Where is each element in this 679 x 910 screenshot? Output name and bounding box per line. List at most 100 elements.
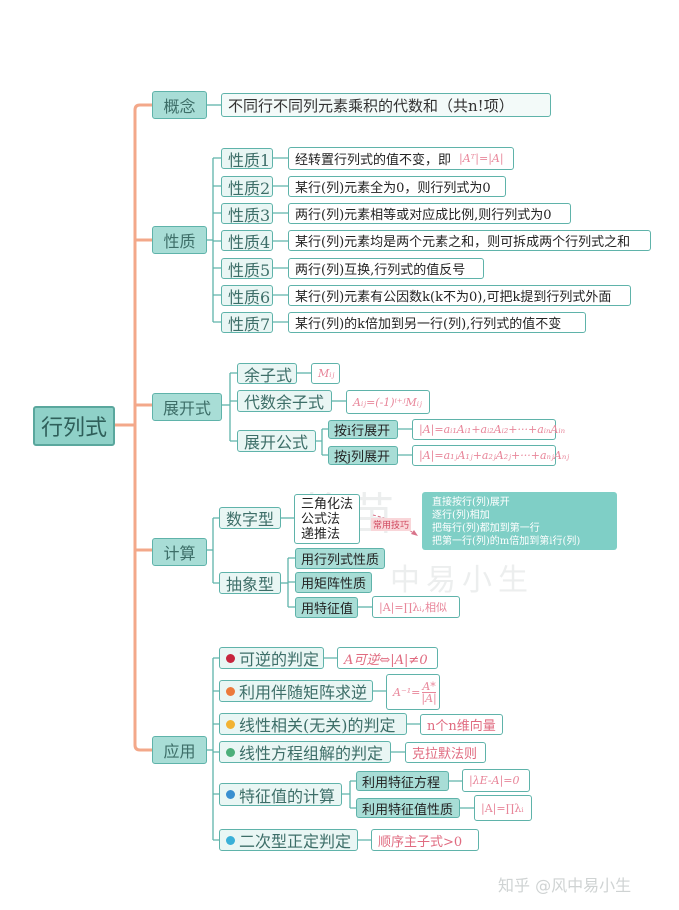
application-formula-text: n个n维向量 bbox=[427, 719, 496, 734]
cofactor-label: 代数余子式 bbox=[244, 393, 325, 412]
eigenvalue-formula[interactable]: |A|=∏λᵢ,相似 bbox=[372, 596, 460, 618]
expand-by-col-formula[interactable]: |A|=a₁ⱼA₁ⱼ+a₂ⱼA₂ⱼ+···+aₙⱼAₙⱼ bbox=[412, 445, 569, 466]
property-5-text[interactable]: 两行(列)互换,行列式的值反号 bbox=[288, 258, 484, 279]
application-formula-1[interactable]: A可逆⇔|A|≠0 bbox=[337, 647, 438, 669]
application-formula-text: 克拉默法则 bbox=[412, 747, 478, 762]
tips-box[interactable]: 直接按行(列)展开 逐行(列)相加 把每行(列)都加到第一行 把第一行(列)的m… bbox=[422, 492, 617, 550]
properties-node[interactable]: 性质 bbox=[152, 226, 207, 254]
application-item-4[interactable]: 线性方程组解的判定 bbox=[219, 741, 391, 763]
minor-node[interactable]: 余子式 bbox=[237, 363, 297, 385]
abstract-item-label: 用行列式性质 bbox=[301, 553, 380, 568]
property-text: 某行(列)元素全为0，则行列式为0 bbox=[295, 181, 491, 196]
eigenvalue-formula-text: |A|=∏λᵢ,相似 bbox=[379, 601, 448, 614]
property-6-node[interactable]: 性质6 bbox=[221, 285, 273, 307]
application-item-label: 线性方程组解的判定 bbox=[239, 744, 384, 763]
number-4-icon bbox=[226, 747, 235, 757]
property-label: 性质7 bbox=[228, 314, 271, 334]
property-label: 性质3 bbox=[228, 205, 271, 225]
minor-formula[interactable]: Mᵢⱼ bbox=[311, 363, 340, 384]
property-text: 某行(列)元素有公因数k(k不为0),可把k提到行列式外面 bbox=[295, 290, 612, 305]
property-text: 经转置行列式的值不变，即 bbox=[295, 153, 452, 168]
trunk-lines bbox=[113, 103, 152, 752]
property-text: 某行(列)元素均是两个元素之和，则可拆成两个行列式之和 bbox=[295, 235, 631, 250]
eigen-sub-1[interactable]: 利用特征方程 bbox=[356, 771, 449, 791]
eigen-sub-formula-text: |A|=∏λᵢ bbox=[481, 801, 524, 815]
numeric-methods-text: 三角化法 公式法 递推法 bbox=[301, 497, 354, 542]
application-item-3[interactable]: 线性相关(无关)的判定 bbox=[219, 713, 407, 735]
cofactor-formula-text: Aᵢⱼ=(-1)ⁱ⁺ʲMᵢⱼ bbox=[353, 395, 422, 409]
application-node[interactable]: 应用 bbox=[152, 736, 207, 764]
application-formula-3[interactable]: n个n维向量 bbox=[420, 714, 503, 735]
cofactor-node[interactable]: 代数余子式 bbox=[237, 390, 332, 412]
numeric-type-label: 数字型 bbox=[226, 510, 275, 529]
expansion-label: 展开式 bbox=[162, 399, 211, 418]
property-1-text[interactable]: 经转置行列式的值不变，即 |Aᵀ|=|A| bbox=[288, 147, 514, 170]
computation-label: 计算 bbox=[163, 544, 196, 563]
expansion-formula-node[interactable]: 展开公式 bbox=[237, 430, 316, 452]
property-label: 性质4 bbox=[228, 232, 271, 252]
application-formula-2[interactable]: A⁻¹= A* |A| bbox=[386, 674, 440, 710]
property-label: 性质5 bbox=[228, 260, 271, 280]
concept-node[interactable]: 概念 bbox=[152, 91, 207, 119]
abstract-item-3[interactable]: 用特征值 bbox=[295, 597, 358, 618]
application-formula-6[interactable]: 顺序主子式>0 bbox=[371, 829, 479, 851]
application-formula-text: A可逆⇔|A|≠0 bbox=[344, 652, 428, 668]
application-item-6[interactable]: 二次型正定判定 bbox=[219, 829, 358, 851]
property-label: 性质6 bbox=[228, 287, 271, 307]
property-2-text[interactable]: 某行(列)元素全为0，则行列式为0 bbox=[288, 176, 506, 197]
abstract-item-label: 用特征值 bbox=[301, 602, 354, 617]
property-2-node[interactable]: 性质2 bbox=[221, 176, 273, 198]
property-4-text[interactable]: 某行(列)元素均是两个元素之和，则可拆成两个行列式之和 bbox=[288, 230, 651, 251]
expand-by-col-formula-text: |A|=a₁ⱼA₁ⱼ+a₂ⱼA₂ⱼ+···+aₙⱼAₙⱼ bbox=[419, 449, 570, 462]
eigen-sub-2[interactable]: 利用特征值性质 bbox=[356, 798, 460, 818]
expand-by-row-node[interactable]: 按i行展开 bbox=[328, 420, 398, 439]
abstract-type-node[interactable]: 抽象型 bbox=[219, 572, 281, 594]
property-3-node[interactable]: 性质3 bbox=[221, 203, 273, 225]
expand-by-col-node[interactable]: 按j列展开 bbox=[328, 446, 398, 465]
expand-by-row-formula[interactable]: |A|=aᵢ₁Aᵢ₁+aᵢ₂Aᵢ₂+···+aᵢₙAᵢₙ bbox=[412, 419, 565, 440]
property-label: 性质1 bbox=[228, 150, 271, 170]
number-1-icon bbox=[226, 653, 235, 663]
eigen-sub-label: 利用特征方程 bbox=[362, 775, 441, 791]
eigen-sub-formula-text: |λE-A|=0 bbox=[469, 774, 520, 787]
number-3-icon bbox=[226, 719, 235, 729]
application-formula-text: 顺序主子式>0 bbox=[378, 834, 463, 850]
property-7-text[interactable]: 某行(列)的k倍加到另一行(列),行列式的值不变 bbox=[288, 312, 586, 333]
property-1-node[interactable]: 性质1 bbox=[221, 148, 273, 170]
application-item-5[interactable]: 特征值的计算 bbox=[219, 783, 342, 806]
property-text: 两行(列)互换,行列式的值反号 bbox=[295, 263, 466, 278]
numeric-methods[interactable]: 三角化法 公式法 递推法 bbox=[294, 494, 360, 544]
eigen-sub-2-formula[interactable]: |A|=∏λᵢ bbox=[474, 795, 532, 821]
minor-formula-text: Mᵢⱼ bbox=[318, 367, 335, 380]
numeric-type-node[interactable]: 数字型 bbox=[219, 507, 281, 529]
fraction-denominator: |A| bbox=[421, 691, 437, 705]
expansion-node[interactable]: 展开式 bbox=[152, 393, 222, 421]
eigen-sub-1-formula[interactable]: |λE-A|=0 bbox=[462, 769, 530, 792]
minor-label: 余子式 bbox=[244, 365, 293, 385]
common-tips-tag: 常用技巧 bbox=[371, 518, 412, 531]
application-formula-4[interactable]: 克拉默法则 bbox=[405, 742, 486, 763]
number-2-icon bbox=[226, 686, 235, 696]
abstract-item-1[interactable]: 用行列式性质 bbox=[295, 548, 385, 569]
property-text: 某行(列)的k倍加到另一行(列),行列式的值不变 bbox=[295, 317, 562, 332]
concept-definition-text: 不同行不同列元素乘积的代数和（共n!项） bbox=[228, 96, 514, 115]
concept-definition[interactable]: 不同行不同列元素乘积的代数和（共n!项） bbox=[221, 93, 551, 117]
abstract-item-label: 用矩阵性质 bbox=[301, 577, 367, 592]
property-3-text[interactable]: 两行(列)元素相等或对应成比例,则行列式为0 bbox=[288, 203, 571, 224]
cofactor-formula[interactable]: Aᵢⱼ=(-1)ⁱ⁺ʲMᵢⱼ bbox=[346, 390, 430, 414]
expansion-formula-label: 展开公式 bbox=[244, 433, 309, 452]
concept-label: 概念 bbox=[163, 97, 196, 116]
properties-label: 性质 bbox=[163, 232, 196, 251]
abstract-item-2[interactable]: 用矩阵性质 bbox=[295, 572, 372, 593]
property-7-node[interactable]: 性质7 bbox=[221, 312, 273, 334]
property-4-node[interactable]: 性质4 bbox=[221, 230, 273, 252]
root-node[interactable]: 行列式 bbox=[33, 406, 115, 446]
application-item-1[interactable]: 可逆的判定 bbox=[219, 647, 324, 669]
property-6-text[interactable]: 某行(列)元素有公因数k(k不为0),可把k提到行列式外面 bbox=[288, 285, 631, 306]
expand-by-row-formula-text: |A|=aᵢ₁Aᵢ₁+aᵢ₂Aᵢ₂+···+aᵢₙAᵢₙ bbox=[419, 423, 566, 436]
property-5-node[interactable]: 性质5 bbox=[221, 258, 273, 280]
fraction-numerator: A* bbox=[422, 679, 436, 693]
application-item-label: 二次型正定判定 bbox=[239, 832, 352, 851]
computation-node[interactable]: 计算 bbox=[152, 538, 207, 566]
application-item-2[interactable]: 利用伴随矩阵求逆 bbox=[219, 680, 373, 702]
